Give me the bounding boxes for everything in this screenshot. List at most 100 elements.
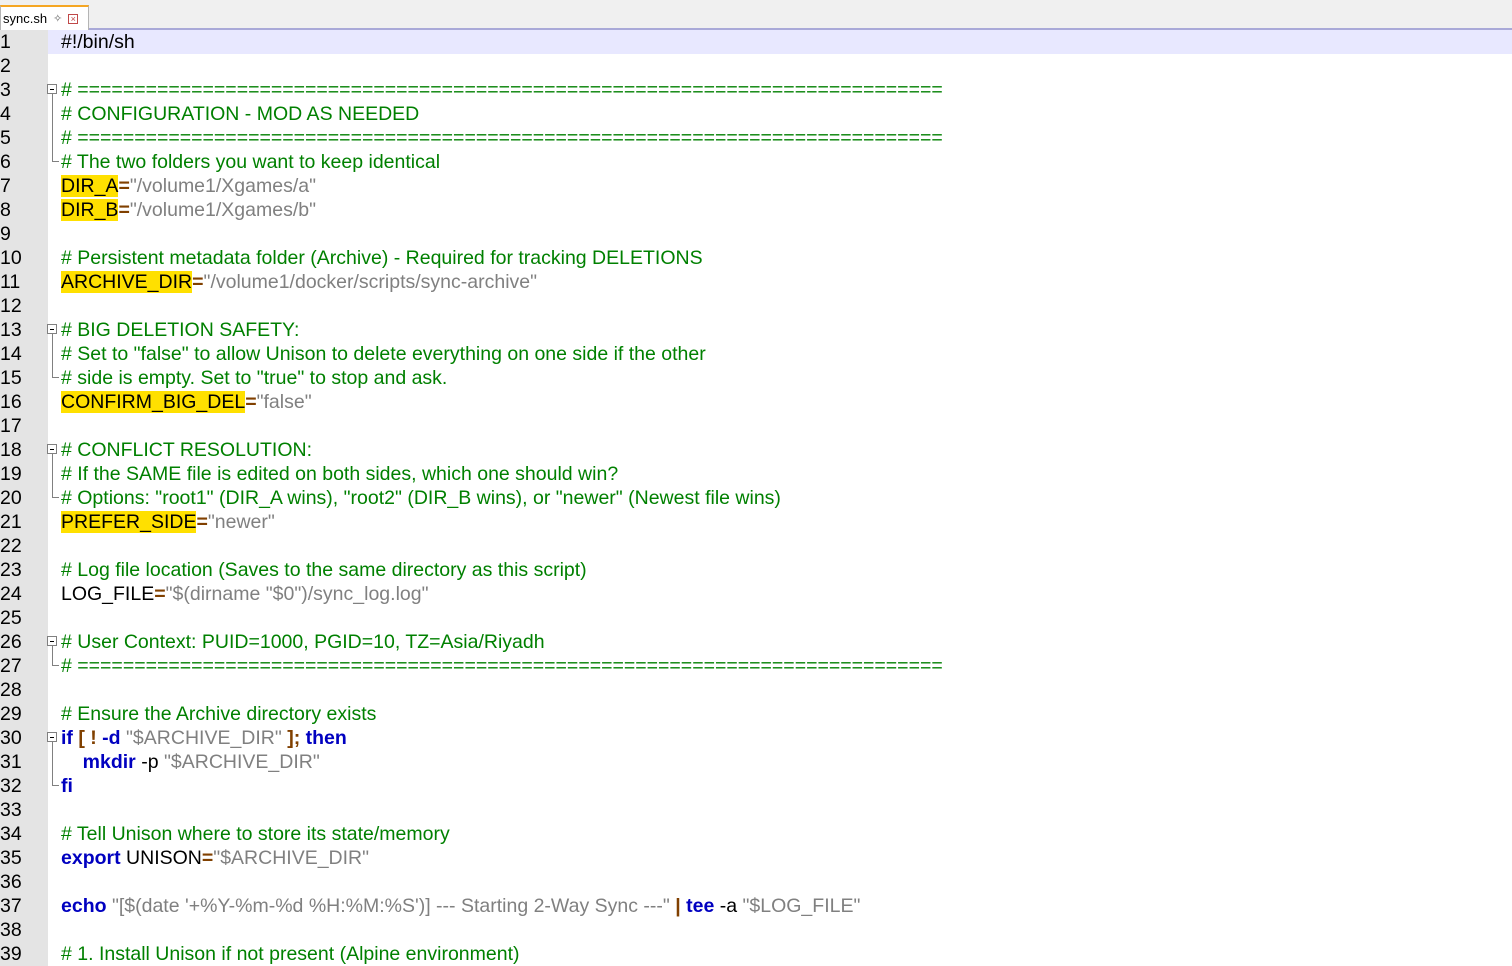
- code-token: #!/bin/sh: [61, 31, 135, 53]
- line-number: 19: [0, 462, 48, 486]
- line-number: 21: [0, 510, 48, 534]
- code-line[interactable]: 10 # Persistent metadata folder (Archive)…: [0, 246, 1512, 270]
- fold-toggle-icon[interactable]: [46, 78, 60, 102]
- fold-toggle-icon[interactable]: [46, 438, 60, 462]
- code-line[interactable]: 35 export UNISON="$ARCHIVE_DIR": [0, 846, 1512, 870]
- code-token: # ======================================…: [61, 79, 943, 101]
- line-code: # The two folders you want to keep ident…: [61, 150, 440, 174]
- code-line[interactable]: 22: [0, 534, 1512, 558]
- code-line[interactable]: 21 PREFER_SIDE="newer": [0, 510, 1512, 534]
- code-line[interactable]: 9: [0, 222, 1512, 246]
- code-token: # ======================================…: [61, 655, 943, 677]
- line-number: 22: [0, 534, 48, 558]
- code-line[interactable]: 16 CONFIRM_BIG_DEL="false": [0, 390, 1512, 414]
- line-number: 29: [0, 702, 48, 726]
- code-token: "$ARCHIVE_DIR": [163, 751, 320, 773]
- line-number: 28: [0, 678, 48, 702]
- code-line[interactable]: 13 # BIG DELETION SAFETY:: [0, 318, 1512, 342]
- code-token: =: [196, 511, 208, 533]
- line-number: 36: [0, 870, 48, 894]
- line-code: # CONFIGURATION - MOD AS NEEDED: [61, 102, 419, 126]
- code-token: ];: [287, 727, 301, 749]
- code-line[interactable]: 39 # 1. Install Unison if not present (Al…: [0, 942, 1512, 966]
- code-token: =: [118, 199, 130, 221]
- fold-line: [46, 462, 60, 486]
- code-line[interactable]: 25: [0, 606, 1512, 630]
- code-line[interactable]: 5 # =====================================…: [0, 126, 1512, 150]
- code-line[interactable]: 7 DIR_A="/volume1/Xgames/a": [0, 174, 1512, 198]
- code-line[interactable]: 36: [0, 870, 1512, 894]
- line-code: if [ ! -d "$ARCHIVE_DIR" ]; then: [61, 726, 347, 750]
- line-number: 23: [0, 558, 48, 582]
- close-icon[interactable]: ×: [68, 13, 79, 24]
- code-token: UNISON: [120, 847, 202, 869]
- code-token: # Persistent metadata folder (Archive) -…: [61, 247, 703, 269]
- code-token: [ !: [78, 727, 97, 749]
- tab-sync-sh[interactable]: sync.sh ✧ ×: [0, 5, 89, 30]
- code-token: # Tell Unison where to store its state/m…: [61, 823, 450, 845]
- pin-icon[interactable]: ✧: [53, 12, 62, 25]
- code-line[interactable]: 14 # Set to "false" to allow Unison to de…: [0, 342, 1512, 366]
- code-token: tee: [686, 895, 715, 917]
- code-line[interactable]: 18 # CONFLICT RESOLUTION:: [0, 438, 1512, 462]
- fold-line: [46, 150, 60, 174]
- code-token: DIR_A: [61, 175, 119, 197]
- line-code: # Log file location (Saves to the same d…: [61, 558, 587, 582]
- code-token: fi: [61, 775, 73, 797]
- code-line[interactable]: 38: [0, 918, 1512, 942]
- fold-line: [46, 102, 60, 126]
- line-number: 26: [0, 630, 48, 654]
- code-line[interactable]: 31 mkdir -p "$ARCHIVE_DIR": [0, 750, 1512, 774]
- line-number: 27: [0, 654, 48, 678]
- line-number: 33: [0, 798, 48, 822]
- code-token: # Options: "root1" (DIR_A wins), "root2"…: [61, 487, 781, 509]
- code-token: # If the SAME file is edited on both sid…: [61, 463, 619, 485]
- line-number: 17: [0, 414, 48, 438]
- line-code: CONFIRM_BIG_DEL="false": [61, 390, 312, 414]
- fold-toggle-icon[interactable]: [46, 630, 60, 654]
- code-line[interactable]: 1 #!/bin/sh: [0, 30, 1512, 54]
- code-line[interactable]: 24 LOG_FILE="$(dirname "$0")/sync_log.log…: [0, 582, 1512, 606]
- code-token: "$ARCHIVE_DIR": [213, 847, 370, 869]
- code-token: mkdir: [82, 751, 136, 773]
- code-line[interactable]: 12: [0, 294, 1512, 318]
- line-number: 6: [0, 150, 48, 174]
- fold-line: [46, 126, 60, 150]
- line-number: 8: [0, 198, 48, 222]
- code-line[interactable]: 29 # Ensure the Archive directory exists: [0, 702, 1512, 726]
- line-number: 14: [0, 342, 48, 366]
- code-line[interactable]: 27 # ====================================…: [0, 654, 1512, 678]
- code-line[interactable]: 3 # =====================================…: [0, 78, 1512, 102]
- fold-line: [46, 750, 60, 774]
- code-line[interactable]: 37 echo "[$(date '+%Y-%m-%d %H:%M:%S')] -…: [0, 894, 1512, 918]
- code-line[interactable]: 32 fi: [0, 774, 1512, 798]
- line-number: 39: [0, 942, 48, 966]
- code-line[interactable]: 11 ARCHIVE_DIR="/volume1/docker/scripts/s…: [0, 270, 1512, 294]
- line-number: 18: [0, 438, 48, 462]
- fold-toggle-icon[interactable]: [46, 318, 60, 342]
- code-line[interactable]: 26 # User Context: PUID=1000, PGID=10, TZ…: [0, 630, 1512, 654]
- line-code: # ======================================…: [61, 78, 943, 102]
- fold-toggle-icon[interactable]: [46, 726, 60, 750]
- code-token: DIR_B: [61, 199, 119, 221]
- line-code: # Tell Unison where to store its state/m…: [61, 822, 450, 846]
- code-token: "newer": [207, 511, 275, 533]
- tab-label: sync.sh: [3, 11, 48, 26]
- code-line[interactable]: 2: [0, 54, 1512, 78]
- code-line[interactable]: 4 # CONFIGURATION - MOD AS NEEDED: [0, 102, 1512, 126]
- code-line[interactable]: 23 # Log file location (Saves to the same…: [0, 558, 1512, 582]
- line-code: # Persistent metadata folder (Archive) -…: [61, 246, 703, 270]
- code-line[interactable]: 33: [0, 798, 1512, 822]
- line-code: # Ensure the Archive directory exists: [61, 702, 376, 726]
- code-line[interactable]: 28: [0, 678, 1512, 702]
- code-line[interactable]: 8 DIR_B="/volume1/Xgames/b": [0, 198, 1512, 222]
- code-editor[interactable]: 1 #!/bin/sh 2 3 # ==========================…: [0, 30, 1512, 966]
- code-line[interactable]: 19 # If the SAME file is edited on both s…: [0, 462, 1512, 486]
- code-line[interactable]: 20 # Options: "root1" (DIR_A wins), "root…: [0, 486, 1512, 510]
- code-line[interactable]: 15 # side is empty. Set to "true" to stop…: [0, 366, 1512, 390]
- code-line[interactable]: 30 if [ ! -d "$ARCHIVE_DIR" ]; then: [0, 726, 1512, 750]
- code-token: # Ensure the Archive directory exists: [61, 703, 377, 725]
- code-line[interactable]: 6 # The two folders you want to keep iden…: [0, 150, 1512, 174]
- code-line[interactable]: 17: [0, 414, 1512, 438]
- code-line[interactable]: 34 # Tell Unison where to store its state…: [0, 822, 1512, 846]
